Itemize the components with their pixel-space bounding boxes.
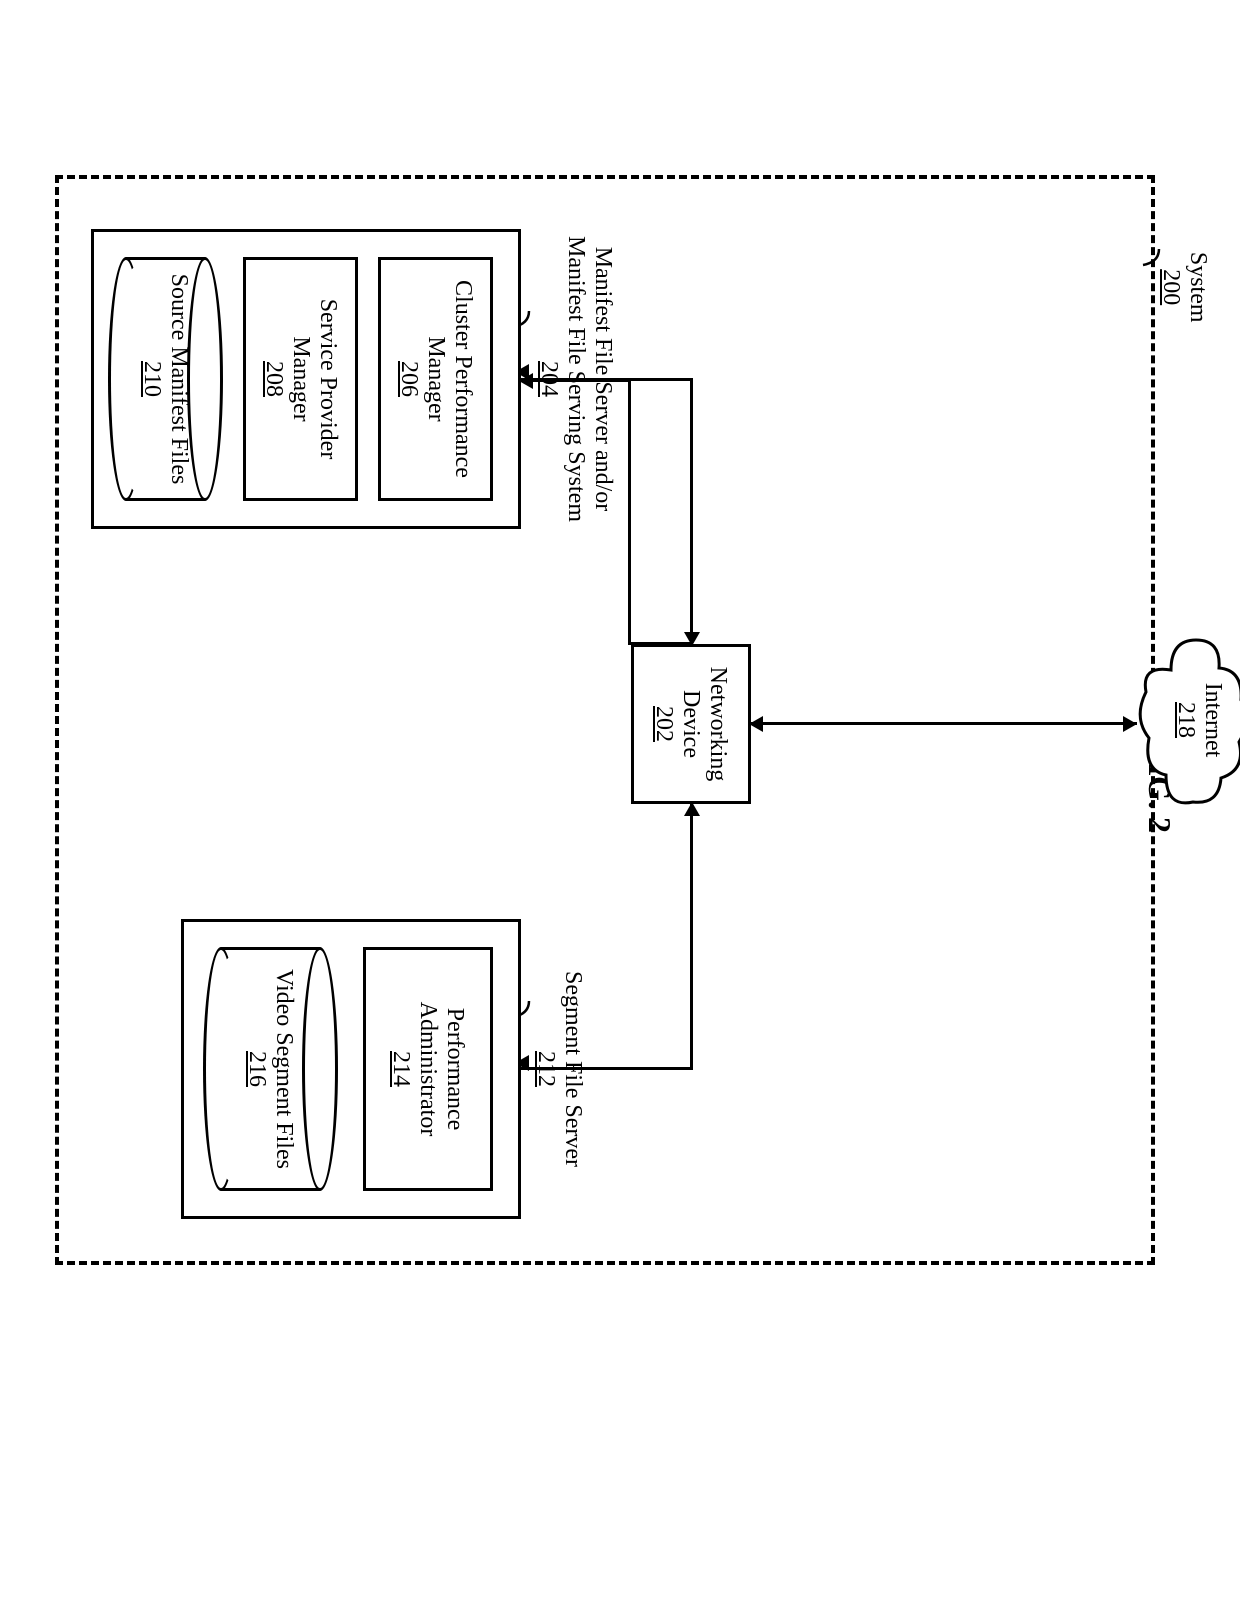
internet-number: 218 bbox=[1172, 630, 1199, 810]
arrow-head-down-1 bbox=[749, 716, 763, 732]
cluster-perf-manager-label: Cluster Performance Manager 206 bbox=[395, 269, 476, 489]
service-provider-manager-label: Service Provider Manager 208 bbox=[260, 269, 341, 489]
cylinder-top-1 bbox=[187, 257, 223, 501]
networking-device-text: Networking Device bbox=[678, 654, 732, 794]
arrow-horiz-manifest bbox=[628, 379, 631, 644]
internet-cloud-label: Internet 218 bbox=[1172, 630, 1226, 810]
system-label: System 200 bbox=[1157, 252, 1211, 323]
arrow-nd-manifest-h bbox=[690, 379, 693, 647]
arrow-internet-to-networking bbox=[751, 722, 1137, 725]
service-provider-manager-number: 208 bbox=[260, 269, 287, 489]
video-segment-files-number: 216 bbox=[244, 969, 271, 1169]
performance-admin-box: Performance Administrator 214 bbox=[363, 947, 493, 1191]
video-segment-files-cylinder: Video Segment Files 216 bbox=[203, 947, 338, 1191]
cluster-perf-manager-box: Cluster Performance Manager 206 bbox=[378, 257, 493, 501]
arrow-head-manifest-right bbox=[684, 632, 700, 646]
cylinder-top-2 bbox=[302, 947, 338, 1191]
cluster-perf-manager-text: Cluster Performance Manager bbox=[422, 269, 476, 489]
arrow-vert-manifest-2 bbox=[628, 642, 691, 645]
manifest-server-number: 204 bbox=[535, 224, 562, 534]
service-provider-manager-box: Service Provider Manager 208 bbox=[243, 257, 358, 501]
segment-server-box: Performance Administrator 214 Video Segm… bbox=[181, 919, 521, 1219]
internet-label-text: Internet bbox=[1199, 630, 1226, 810]
service-provider-manager-text: Service Provider Manager bbox=[287, 269, 341, 489]
networking-device-label: Networking Device 202 bbox=[651, 654, 732, 794]
segment-server-label: Segment File Server 212 bbox=[532, 919, 586, 1219]
segment-server-text: Segment File Server bbox=[559, 919, 586, 1219]
system-label-text: System bbox=[1184, 252, 1211, 323]
manifest-server-text: Manifest File Server and/or Manifest Fil… bbox=[562, 224, 616, 534]
arrow-nd-segment-h bbox=[690, 804, 693, 1069]
performance-admin-number: 214 bbox=[388, 959, 415, 1179]
networking-device-box: Networking Device 202 bbox=[631, 644, 751, 804]
system-number: 200 bbox=[1157, 252, 1184, 323]
arrow-head-up-1 bbox=[1123, 716, 1137, 732]
source-manifest-files-cylinder: Source Manifest Files 210 bbox=[108, 257, 223, 501]
internet-cloud: Internet 218 bbox=[1131, 630, 1240, 810]
source-manifest-files-number: 210 bbox=[139, 274, 166, 485]
cluster-perf-manager-number: 206 bbox=[395, 269, 422, 489]
performance-admin-text: Performance Administrator bbox=[415, 959, 469, 1179]
manifest-server-label: Manifest File Server and/or Manifest Fil… bbox=[535, 224, 616, 534]
networking-device-number: 202 bbox=[651, 654, 678, 794]
performance-admin-label: Performance Administrator 214 bbox=[388, 959, 469, 1179]
manifest-server-box: Cluster Performance Manager 206 Service … bbox=[91, 229, 521, 529]
system-boundary: System 200 Internet 218 Networking Devic… bbox=[55, 175, 1155, 1265]
segment-server-number: 212 bbox=[532, 919, 559, 1219]
arrow-head-segment-left bbox=[684, 802, 700, 816]
video-segment-files-text: Video Segment Files bbox=[271, 969, 298, 1169]
